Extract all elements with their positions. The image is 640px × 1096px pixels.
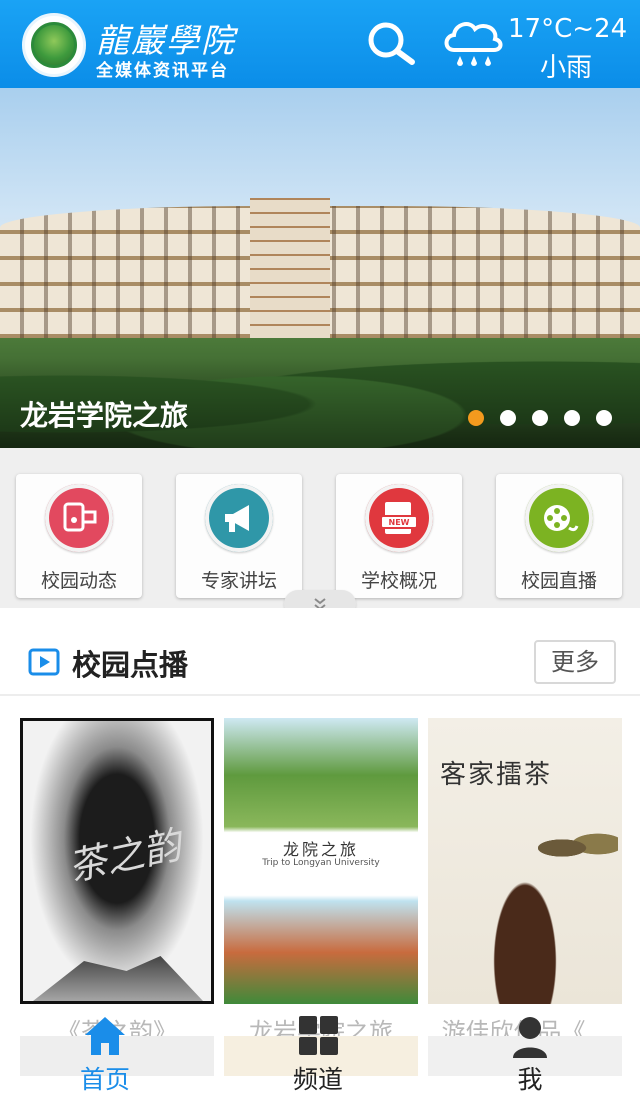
rain-cloud-icon — [444, 22, 503, 66]
tab-me[interactable]: 我 — [455, 1000, 605, 1096]
brand-subtitle: 全媒体资讯平台 — [96, 61, 229, 81]
thumbnail-text: 龙院之旅 — [282, 840, 359, 859]
app-header: 龍巖學院 全媒体资讯平台 17°C~24 小雨 — [0, 0, 640, 88]
grid-icon — [299, 1016, 338, 1055]
video-card[interactable]: 客家擂茶 游佳欣作品《... — [428, 718, 622, 1046]
campus-news-icon — [45, 484, 113, 552]
video-thumbnail: 客家擂茶 — [428, 718, 622, 1004]
quick-nav-label: 校园直播 — [520, 570, 597, 592]
video-thumbnail: 龙院之旅 Trip to Longyan University — [224, 718, 418, 1004]
logo-emblem-icon — [31, 22, 77, 68]
quick-nav-expert-forum[interactable]: 专家讲坛 — [176, 474, 302, 598]
carousel-dot[interactable] — [564, 410, 580, 426]
bottom-tab-bar: 首页 频道 我 — [0, 1000, 640, 1096]
video-card[interactable]: 龙院之旅 Trip to Longyan University 龙岩学院之旅 — [224, 718, 418, 1046]
svg-text:NEW: NEW — [389, 518, 410, 527]
quick-nav-label: 学校概况 — [360, 570, 437, 592]
quick-nav: 校园动态 专家讲坛 NEW 学校概况 校园直播 — [0, 448, 640, 618]
tab-label: 我 — [517, 1065, 543, 1094]
weather-temperature: 17°C~24 — [508, 14, 628, 44]
search-icon — [368, 22, 415, 65]
banner-caption: 龙岩学院之旅 — [20, 399, 189, 432]
play-icon — [28, 648, 60, 676]
banner-image-tower — [250, 198, 330, 338]
quick-nav-label: 专家讲坛 — [200, 570, 277, 592]
more-button[interactable]: 更多 — [534, 640, 616, 684]
new-badge-icon: NEW — [365, 484, 433, 552]
megaphone-icon — [205, 484, 273, 552]
carousel-dot[interactable] — [532, 410, 548, 426]
university-logo[interactable] — [22, 13, 86, 77]
thumbnail-text: 客家擂茶 — [440, 760, 553, 790]
film-reel-icon — [525, 484, 593, 552]
user-icon — [513, 1017, 547, 1058]
carousel-dot[interactable] — [596, 410, 612, 426]
video-thumbnail: 茶之韵 — [20, 718, 214, 1004]
brand-name: 龍巖學院 — [96, 21, 236, 60]
weather-widget[interactable] — [440, 14, 504, 74]
carousel-indicator — [468, 410, 612, 426]
thumbnail-tea-bowls — [538, 828, 618, 868]
section-title: 校园点播 — [72, 648, 189, 682]
carousel-dot[interactable] — [500, 410, 516, 426]
banner-carousel[interactable]: 龙岩学院之旅 — [0, 88, 640, 448]
carousel-dot-active[interactable] — [468, 410, 484, 426]
weather-condition: 小雨 — [540, 53, 593, 83]
search-button[interactable] — [364, 20, 418, 68]
tab-channels[interactable]: 频道 — [243, 1000, 393, 1096]
quick-nav-campus-live[interactable]: 校园直播 — [496, 474, 622, 598]
tab-label: 频道 — [292, 1065, 343, 1094]
quick-nav-campus-news[interactable]: 校园动态 — [16, 474, 142, 598]
section-header: 校园点播 更多 — [0, 608, 640, 696]
quick-nav-label: 校园动态 — [40, 570, 117, 592]
thumbnail-subtext: Trip to Longyan University — [262, 858, 380, 868]
quick-nav-school-overview[interactable]: NEW 学校概况 — [336, 474, 462, 598]
video-card[interactable]: 茶之韵 《茶之韵》 — [20, 718, 214, 1046]
tab-home[interactable]: 首页 — [30, 1000, 180, 1096]
thumbnail-mountain — [33, 956, 203, 1001]
thumbnail-text: 茶之韵 — [64, 822, 186, 890]
tab-label: 首页 — [79, 1065, 130, 1094]
home-icon — [85, 1017, 125, 1055]
